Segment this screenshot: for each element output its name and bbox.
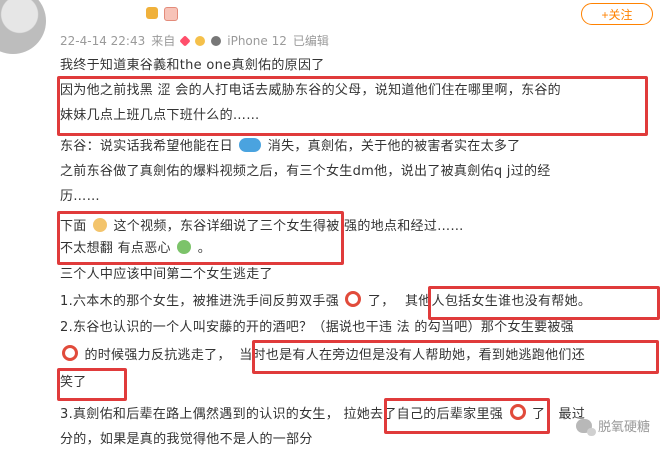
- watermark-label: 脱氧硬糖: [597, 420, 650, 435]
- post-line: 1.六本木的那个女生，被推进洗手间反剪双手强 了， 其他人包括女生谁也没有帮她。: [60, 291, 591, 313]
- post-line: 笑了: [60, 375, 87, 390]
- edited-label[interactable]: 已编辑: [293, 32, 329, 49]
- rank-badge-icon: [164, 7, 178, 21]
- post-line-part: 。: [197, 241, 212, 256]
- post-line-part: 3.真劍佑和后辈在路上偶然遇到的认识的女生，: [60, 407, 340, 422]
- post-line-part: 下面: [60, 219, 87, 234]
- wechat-icon: [575, 418, 596, 436]
- post-line-part: 其他人包括女生谁也没有帮她。: [404, 294, 592, 309]
- post-line: 历……: [60, 189, 100, 204]
- post-line-part: 1.六本木的那个女生，被推进洗手间反剪双手强: [60, 294, 340, 309]
- post-line-part: 这个视频，东谷详细说了三个女生得被 强的地点和经过……: [113, 219, 464, 234]
- post-line: 妹妹几点上班几点下班什么的……: [60, 108, 260, 123]
- post-line: 2.东谷也认识的一个人叫安藤的开的酒吧？（据说也干违 法 的勾当吧）那个女生要被…: [60, 320, 574, 335]
- post-line: 我终于知道東谷義和the one真劍佑的原因了: [60, 58, 325, 73]
- post-line-part: 当时也是有人在旁边但是没有人帮助她，看到她逃跑他们还: [239, 348, 585, 363]
- post-time[interactable]: 22-4-14 22:43: [60, 34, 145, 48]
- post-meta: 22-4-14 22:43 来自 iPhone 12 已编辑: [60, 32, 329, 49]
- pointing-hand-emoji-icon: [93, 218, 108, 232]
- fish-emoji-icon: [239, 138, 262, 152]
- post-line-part: 的时候强力反抗逃走了，: [84, 348, 231, 363]
- user-badges: [146, 7, 178, 21]
- sun-icon: [195, 35, 206, 46]
- ring-emoji-icon: [62, 345, 78, 361]
- sick-face-emoji-icon: [177, 240, 192, 254]
- post-line: 的时候强力反抗逃走了， 当时也是有人在旁边但是没有人帮助她，看到她逃跑他们还: [60, 345, 585, 367]
- post-line: 不太想翻 有点恶心 。: [60, 238, 211, 260]
- follow-label: +关注: [601, 7, 633, 22]
- post-line-part: 不太想翻 有点恶心: [60, 241, 171, 256]
- post-line: 下面 这个视频，东谷详细说了三个女生得被 强的地点和经过……: [60, 216, 464, 238]
- post-line: 东谷：说实话我希望他能在日 消失，真劍佑，关于他的被害者实在太多了: [60, 136, 520, 158]
- vip-badge-icon: [146, 7, 158, 19]
- post-line: 3.真劍佑和后辈在路上偶然遇到的认识的女生， 拉她去了自己的后辈家里强 了，最过: [60, 404, 585, 426]
- post-line: 之前东谷做了真劍佑的爆料视频之后，有三个女生dm他，说出了被真劍佑q j过的经: [60, 164, 551, 179]
- watermark: 脱氧硬糖: [575, 416, 650, 436]
- heart-icon: [179, 34, 191, 47]
- post-line: 因为他之前找黑 涩 会的人打电话去威胁东谷的父母，说知道他们住在哪里啊，东谷的: [60, 83, 561, 98]
- post-line-part: 了，: [367, 294, 395, 309]
- avatar[interactable]: [0, 0, 46, 54]
- post-line: 分的，如果是真的我觉得他不是人的一部分: [60, 432, 313, 447]
- post-line-part: 拉她去了自己的后辈家里强: [343, 407, 504, 422]
- post-line-part: 消失，真劍佑，关于他的被害者实在太多了: [267, 139, 521, 154]
- source-label: 来自: [151, 34, 176, 48]
- ring-emoji-icon: [509, 404, 526, 420]
- follow-button[interactable]: +关注: [581, 3, 653, 25]
- apple-icon: [211, 35, 222, 46]
- ring-emoji-icon: [345, 291, 362, 307]
- post-line-part: 东谷：说实话我希望他能在日: [60, 139, 233, 154]
- device-name: iPhone 12: [227, 33, 287, 48]
- post-line: 三个人中应该中间第二个女生逃走了: [60, 267, 273, 282]
